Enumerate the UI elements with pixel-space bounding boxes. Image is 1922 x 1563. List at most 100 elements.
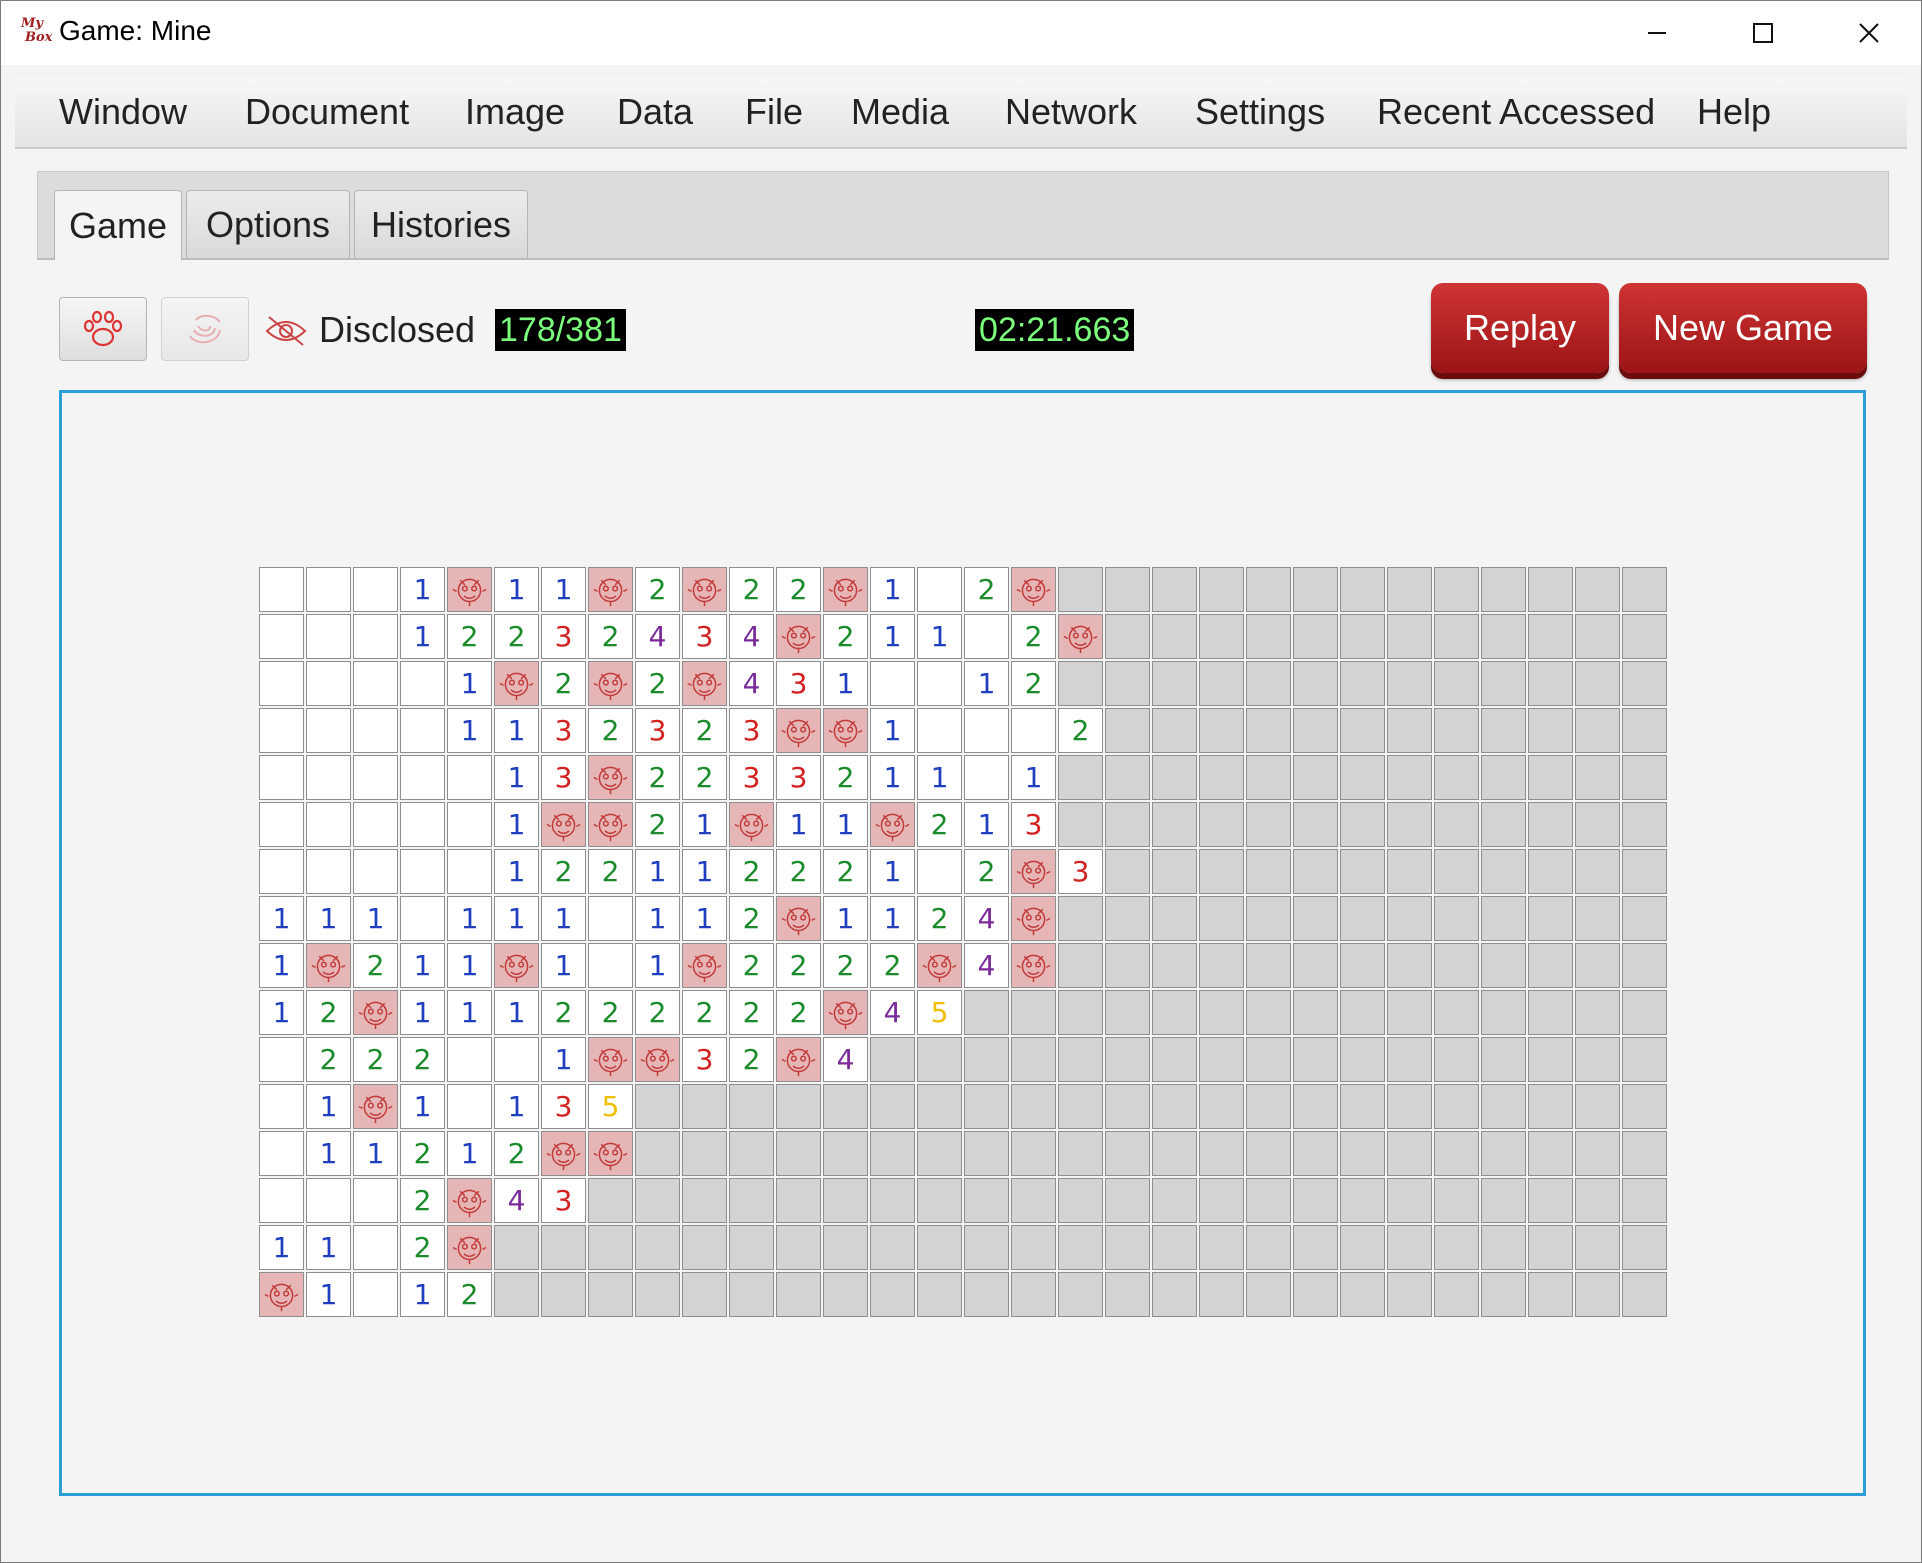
covered-cell[interactable] xyxy=(1575,708,1620,753)
number-cell[interactable]: 1 xyxy=(635,849,680,894)
mine-cell[interactable] xyxy=(588,802,633,847)
covered-cell[interactable] xyxy=(870,1084,915,1129)
covered-cell[interactable] xyxy=(1575,1131,1620,1176)
covered-cell[interactable] xyxy=(1011,1272,1056,1317)
number-cell[interactable]: 2 xyxy=(729,943,774,988)
mine-cell[interactable] xyxy=(870,802,915,847)
empty-cell[interactable] xyxy=(917,849,962,894)
covered-cell[interactable] xyxy=(823,1084,868,1129)
covered-cell[interactable] xyxy=(776,1272,821,1317)
number-cell[interactable]: 1 xyxy=(494,1084,539,1129)
covered-cell[interactable] xyxy=(1434,943,1479,988)
covered-cell[interactable] xyxy=(729,1178,774,1223)
number-cell[interactable]: 4 xyxy=(494,1178,539,1223)
empty-cell[interactable] xyxy=(306,1178,351,1223)
mine-cell[interactable] xyxy=(494,943,539,988)
covered-cell[interactable] xyxy=(1152,1037,1197,1082)
number-cell[interactable]: 3 xyxy=(541,708,586,753)
covered-cell[interactable] xyxy=(1340,943,1385,988)
covered-cell[interactable] xyxy=(1434,755,1479,800)
empty-cell[interactable] xyxy=(259,1178,304,1223)
number-cell[interactable]: 1 xyxy=(306,1131,351,1176)
empty-cell[interactable] xyxy=(353,708,398,753)
covered-cell[interactable] xyxy=(1293,849,1338,894)
covered-cell[interactable] xyxy=(1622,567,1667,612)
covered-cell[interactable] xyxy=(776,1225,821,1270)
number-cell[interactable]: 3 xyxy=(1011,802,1056,847)
covered-cell[interactable] xyxy=(823,1131,868,1176)
covered-cell[interactable] xyxy=(1434,1131,1479,1176)
covered-cell[interactable] xyxy=(1246,708,1291,753)
covered-cell[interactable] xyxy=(1293,1084,1338,1129)
empty-cell[interactable] xyxy=(353,755,398,800)
covered-cell[interactable] xyxy=(870,1131,915,1176)
tab-game[interactable]: Game xyxy=(54,190,182,260)
covered-cell[interactable] xyxy=(1058,1178,1103,1223)
covered-cell[interactable] xyxy=(1199,614,1244,659)
mine-cell[interactable] xyxy=(823,990,868,1035)
covered-cell[interactable] xyxy=(1340,1037,1385,1082)
covered-cell[interactable] xyxy=(1246,1225,1291,1270)
covered-cell[interactable] xyxy=(1105,943,1150,988)
number-cell[interactable]: 2 xyxy=(776,849,821,894)
mine-cell[interactable] xyxy=(776,896,821,941)
covered-cell[interactable] xyxy=(1340,1272,1385,1317)
number-cell[interactable]: 1 xyxy=(870,755,915,800)
number-cell[interactable]: 2 xyxy=(776,990,821,1035)
covered-cell[interactable] xyxy=(1058,1037,1103,1082)
empty-cell[interactable] xyxy=(1011,708,1056,753)
covered-cell[interactable] xyxy=(1575,755,1620,800)
covered-cell[interactable] xyxy=(1058,1084,1103,1129)
covered-cell[interactable] xyxy=(1152,1131,1197,1176)
number-cell[interactable]: 2 xyxy=(400,1131,445,1176)
covered-cell[interactable] xyxy=(1387,1084,1432,1129)
mine-cell[interactable] xyxy=(776,1037,821,1082)
covered-cell[interactable] xyxy=(1011,990,1056,1035)
number-cell[interactable]: 1 xyxy=(917,755,962,800)
menu-image[interactable]: Image xyxy=(465,91,565,133)
empty-cell[interactable] xyxy=(447,849,492,894)
empty-cell[interactable] xyxy=(259,1131,304,1176)
covered-cell[interactable] xyxy=(1387,567,1432,612)
number-cell[interactable]: 2 xyxy=(729,567,774,612)
covered-cell[interactable] xyxy=(1246,990,1291,1035)
covered-cell[interactable] xyxy=(1199,708,1244,753)
empty-cell[interactable] xyxy=(870,661,915,706)
number-cell[interactable]: 1 xyxy=(823,661,868,706)
number-cell[interactable]: 2 xyxy=(635,661,680,706)
covered-cell[interactable] xyxy=(1434,896,1479,941)
covered-cell[interactable] xyxy=(917,1131,962,1176)
empty-cell[interactable] xyxy=(588,943,633,988)
covered-cell[interactable] xyxy=(1575,990,1620,1035)
covered-cell[interactable] xyxy=(1246,943,1291,988)
covered-cell[interactable] xyxy=(1293,661,1338,706)
empty-cell[interactable] xyxy=(447,802,492,847)
covered-cell[interactable] xyxy=(1340,1084,1385,1129)
covered-cell[interactable] xyxy=(1340,1178,1385,1223)
covered-cell[interactable] xyxy=(1340,661,1385,706)
covered-cell[interactable] xyxy=(1622,1272,1667,1317)
number-cell[interactable]: 2 xyxy=(588,708,633,753)
number-cell[interactable]: 4 xyxy=(823,1037,868,1082)
covered-cell[interactable] xyxy=(1105,990,1150,1035)
covered-cell[interactable] xyxy=(776,1131,821,1176)
number-cell[interactable]: 2 xyxy=(682,990,727,1035)
covered-cell[interactable] xyxy=(1434,1272,1479,1317)
number-cell[interactable]: 2 xyxy=(823,849,868,894)
covered-cell[interactable] xyxy=(1387,896,1432,941)
covered-cell[interactable] xyxy=(1528,614,1573,659)
number-cell[interactable]: 3 xyxy=(682,614,727,659)
covered-cell[interactable] xyxy=(682,1178,727,1223)
covered-cell[interactable] xyxy=(1387,1178,1432,1223)
covered-cell[interactable] xyxy=(917,1225,962,1270)
number-cell[interactable]: 2 xyxy=(917,802,962,847)
number-cell[interactable]: 3 xyxy=(729,708,774,753)
covered-cell[interactable] xyxy=(1105,1225,1150,1270)
covered-cell[interactable] xyxy=(1058,943,1103,988)
covered-cell[interactable] xyxy=(1293,896,1338,941)
mine-cell[interactable] xyxy=(776,614,821,659)
new-game-button[interactable]: New Game xyxy=(1619,283,1867,373)
covered-cell[interactable] xyxy=(1152,567,1197,612)
covered-cell[interactable] xyxy=(1340,990,1385,1035)
mine-cell[interactable] xyxy=(1011,567,1056,612)
